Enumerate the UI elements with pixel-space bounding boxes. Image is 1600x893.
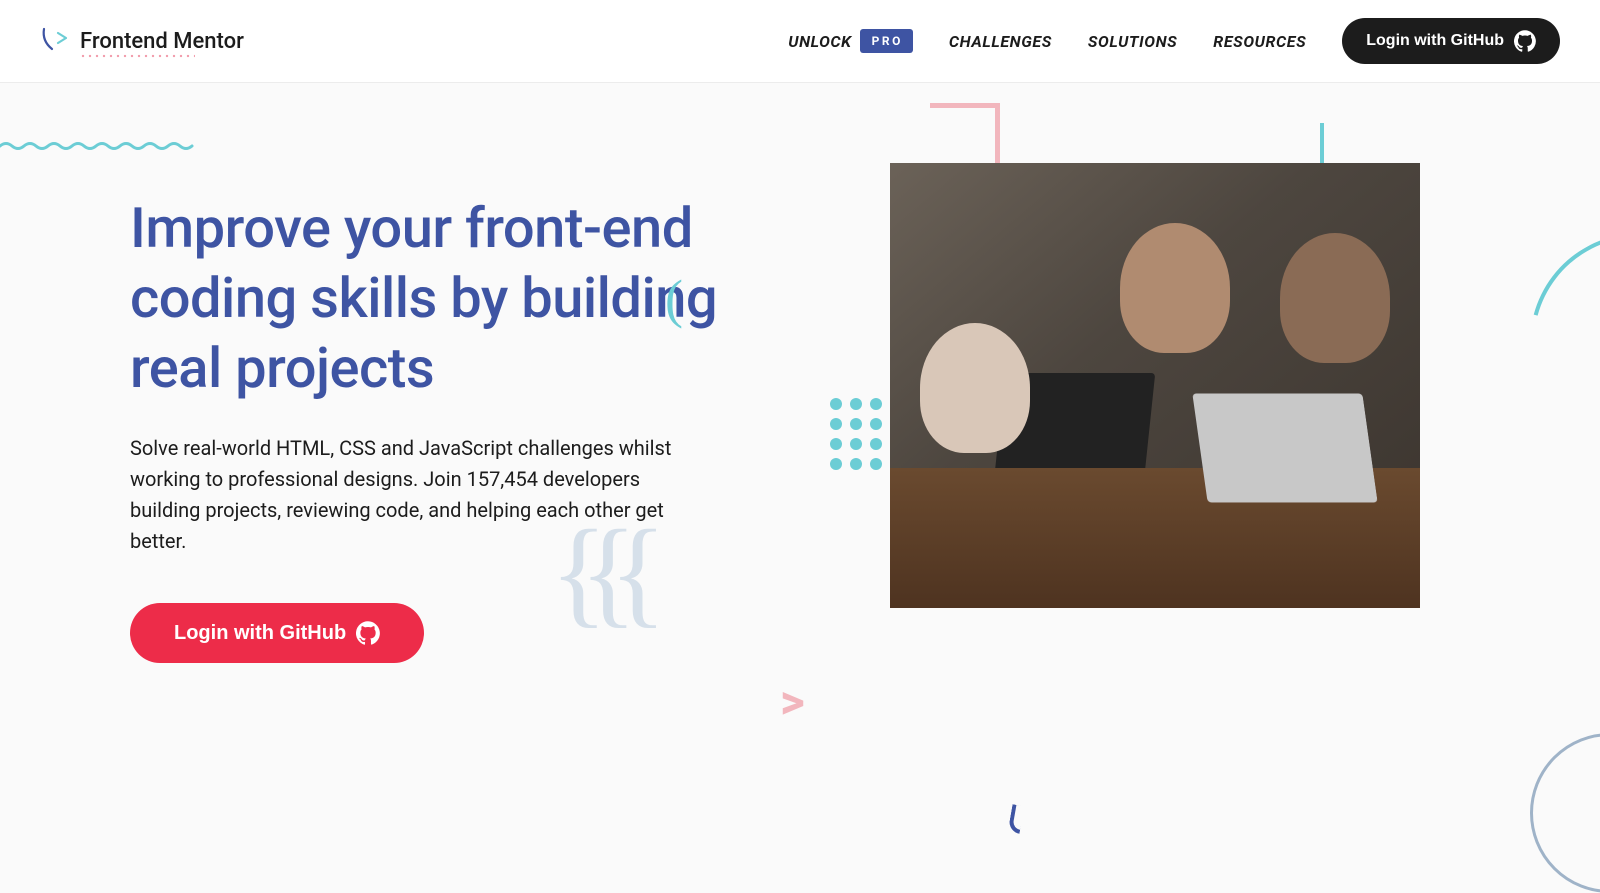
nav-solutions[interactable]: SOLUTIONS — [1088, 32, 1177, 51]
hero-visual — [810, 173, 1500, 663]
nav-unlock-label: UNLOCK — [788, 32, 851, 51]
nav-unlock-pro[interactable]: UNLOCK PRO — [788, 29, 913, 53]
header-login-label: Login with GitHub — [1366, 32, 1504, 50]
github-icon — [1514, 30, 1536, 52]
brand-mark-icon — [40, 27, 70, 55]
brand-name: Frontend Mentor — [80, 29, 244, 54]
primary-nav: UNLOCK PRO CHALLENGES SOLUTIONS RESOURCE… — [788, 18, 1560, 64]
hero-section: Improve your front-end coding skills by … — [0, 83, 1600, 663]
hero-login-button[interactable]: Login with GitHub — [130, 603, 424, 663]
hero-copy: Improve your front-end coding skills by … — [130, 173, 750, 663]
pro-badge: PRO — [860, 29, 913, 53]
decorative-paren-icon: ( — [665, 268, 683, 330]
hero-photo — [890, 163, 1420, 608]
decorative-angle-bracket-icon: > — [780, 673, 805, 730]
header-login-button[interactable]: Login with GitHub — [1342, 18, 1560, 64]
brand-logo[interactable]: Frontend Mentor — [40, 27, 244, 55]
nav-resources[interactable]: RESOURCES — [1213, 32, 1306, 51]
github-icon — [356, 621, 380, 645]
squiggle-underline-icon — [0, 141, 200, 151]
nav-challenges[interactable]: CHALLENGES — [949, 32, 1052, 51]
hero-headline: Improve your front-end coding skills by … — [130, 193, 750, 403]
site-header: Frontend Mentor UNLOCK PRO CHALLENGES SO… — [0, 0, 1600, 83]
decorative-curly-braces-icon: {{{ — [550, 503, 639, 641]
decorative-arc-icon — [1490, 193, 1600, 494]
decorative-hook-icon — [1008, 804, 1025, 834]
hero-login-label: Login with GitHub — [174, 622, 346, 645]
decorative-circle-outline-icon — [1530, 733, 1600, 893]
